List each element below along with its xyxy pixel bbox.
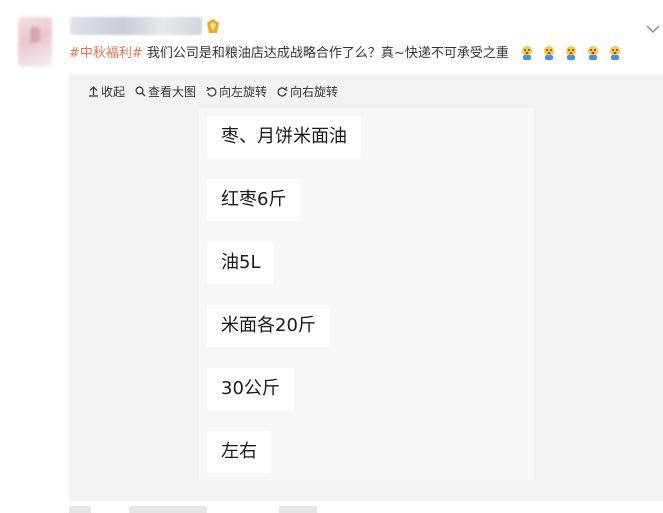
yawn-emoji-icon xyxy=(521,46,532,60)
rotate-right-label: 向右旋转 xyxy=(290,84,339,99)
image-text-line: 红枣6斤 xyxy=(207,179,301,221)
yawn-emoji-icon xyxy=(587,46,598,60)
collapse-label: 收起 xyxy=(101,84,126,99)
vip-badge-icon xyxy=(207,19,219,33)
rotate-right-icon xyxy=(277,86,288,97)
image-text-line: 油5L xyxy=(207,242,275,284)
image-toolbar: 收起 查看大图 向左旋转 向右旋转 xyxy=(88,82,348,100)
chevron-down-icon[interactable] xyxy=(646,24,660,34)
search-icon xyxy=(135,85,146,96)
view-large-label: 查看大图 xyxy=(148,84,197,99)
username-blurred[interactable] xyxy=(70,17,202,35)
view-large-button[interactable]: 查看大图 xyxy=(135,83,196,100)
topic-link[interactable]: #中秋福利# xyxy=(69,46,143,61)
yawn-emoji-icon xyxy=(609,46,620,60)
rotate-left-icon xyxy=(206,86,217,97)
arrow-up-icon xyxy=(89,85,98,97)
yawn-emoji-icon xyxy=(543,46,554,60)
image-text-line: 左右 xyxy=(207,431,271,473)
image-text-line: 米面各20斤 xyxy=(207,305,330,347)
image-text-line: 枣、月饼米面油 xyxy=(207,116,361,158)
post-image[interactable] xyxy=(199,108,534,480)
cut-off-footer xyxy=(69,506,369,513)
post-body: 我们公司是和粮油店达成战略合作了么？真~快递不可承受之重 xyxy=(142,46,509,61)
image-text-line: 30公斤 xyxy=(207,368,294,410)
post-text: #中秋福利# 我们公司是和粮油店达成战略合作了么？真~快递不可承受之重 xyxy=(69,44,623,64)
rotate-left-label: 向左旋转 xyxy=(219,84,268,99)
collapse-button[interactable]: 收起 xyxy=(88,83,125,100)
rotate-left-button[interactable]: 向左旋转 xyxy=(206,83,267,100)
avatar[interactable] xyxy=(18,17,52,67)
yawn-emoji-icon xyxy=(565,46,576,60)
rotate-right-button[interactable]: 向右旋转 xyxy=(277,83,338,100)
